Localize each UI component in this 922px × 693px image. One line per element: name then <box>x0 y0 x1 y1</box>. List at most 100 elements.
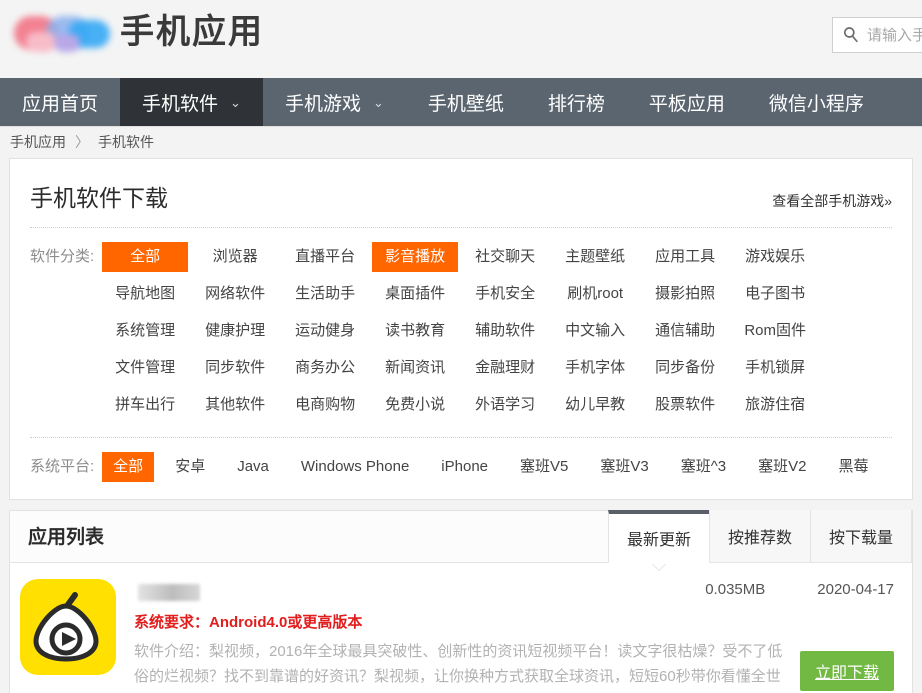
tab-label: 按下载量 <box>829 524 893 548</box>
platform-filter-item-2[interactable]: Java <box>226 452 280 482</box>
search-box[interactable] <box>832 17 922 53</box>
nav-item-label: 手机软件 <box>142 89 218 116</box>
nav-item-mobile-software[interactable]: 手机软件 ⌄ <box>120 78 263 126</box>
search-icon <box>841 25 861 45</box>
category-filter-item-35[interactable]: 免费小说 <box>372 390 458 420</box>
category-filter-item-25[interactable]: 同步软件 <box>192 353 278 383</box>
nav-item-home[interactable]: 应用首页 <box>0 78 120 126</box>
platform-filter-item-9[interactable]: 黑莓 <box>827 452 879 482</box>
nav-item-wallpapers[interactable]: 手机壁纸 <box>406 78 526 126</box>
category-filter-item-32[interactable]: 拼车出行 <box>102 390 188 420</box>
download-button[interactable]: 立即下载 <box>800 651 894 691</box>
page-title: 手机软件下载 <box>30 179 168 213</box>
platform-filter-item-4[interactable]: iPhone <box>430 452 499 482</box>
category-filter-item-19[interactable]: 读书教育 <box>372 316 458 346</box>
category-filter-item-20[interactable]: 辅助软件 <box>462 316 548 346</box>
platform-filter-item-7[interactable]: 塞班^3 <box>670 452 737 482</box>
logo-mark-icon <box>10 6 114 58</box>
app-description: 软件介绍：梨视频，2016年全球最具突破性、创新性的资讯短视频平台！读文字很枯燥… <box>134 639 794 689</box>
app-size: 0.035MB <box>705 581 765 598</box>
tab-by-recommendation[interactable]: 按推荐数 <box>709 510 810 562</box>
category-filter-item-26[interactable]: 商务办公 <box>282 353 368 383</box>
app-list-item[interactable]: 0.035MB 2020-04-17 系统要求：Android4.0或更高版本 … <box>10 563 912 693</box>
view-all-games-link[interactable]: 查看全部手机游戏» <box>772 191 892 211</box>
category-filter-item-7[interactable]: 游戏娱乐 <box>732 242 818 272</box>
nav-item-label: 平板应用 <box>649 89 725 116</box>
search-input[interactable] <box>865 26 922 45</box>
category-filter-item-34[interactable]: 电商购物 <box>282 390 368 420</box>
category-filter-item-12[interactable]: 手机安全 <box>462 279 548 309</box>
category-filter-item-8[interactable]: 导航地图 <box>102 279 188 309</box>
app-list-title: 应用列表 <box>10 522 104 562</box>
nav-item-label: 应用首页 <box>22 89 98 116</box>
site-header: 手机应用 <box>0 0 922 78</box>
category-filter-item-33[interactable]: 其他软件 <box>192 390 278 420</box>
category-filter-item-39[interactable]: 旅游住宿 <box>732 390 818 420</box>
category-filter-item-27[interactable]: 新闻资讯 <box>372 353 458 383</box>
app-system-requirement: 系统要求：Android4.0或更高版本 <box>134 612 894 634</box>
nav-item-mobile-games[interactable]: 手机游戏 ⌄ <box>263 78 406 126</box>
category-filter-item-13[interactable]: 刷机root <box>552 279 638 309</box>
category-filter-item-31[interactable]: 手机锁屏 <box>732 353 818 383</box>
breadcrumb-root-link[interactable]: 手机应用 <box>10 132 66 152</box>
pear-video-glyph <box>20 579 116 675</box>
app-list-head: 应用列表 最新更新 按推荐数 按下载量 <box>10 511 912 563</box>
category-filter-item-4[interactable]: 社交聊天 <box>462 242 548 272</box>
category-filter-item-30[interactable]: 同步备份 <box>642 353 728 383</box>
platform-filter-item-0[interactable]: 全部 <box>102 452 154 482</box>
category-filter-item-2[interactable]: 直播平台 <box>282 242 368 272</box>
filter-panel: 手机软件下载 查看全部手机游戏» 软件分类: 全部浏览器直播平台影音播放社交聊天… <box>9 158 913 500</box>
app-date: 2020-04-17 <box>817 581 894 598</box>
category-filter-item-21[interactable]: 中文输入 <box>552 316 638 346</box>
nav-item-tablet-apps[interactable]: 平板应用 <box>627 78 747 126</box>
category-filter-item-15[interactable]: 电子图书 <box>732 279 818 309</box>
category-filter-item-11[interactable]: 桌面插件 <box>372 279 458 309</box>
category-filter-item-0[interactable]: 全部 <box>102 242 188 272</box>
platform-filter-item-5[interactable]: 塞班V5 <box>509 452 579 482</box>
category-filter-item-29[interactable]: 手机字体 <box>552 353 638 383</box>
nav-item-wechat-miniprograms[interactable]: 微信小程序 <box>747 78 886 126</box>
site-logo[interactable]: 手机应用 <box>10 6 264 58</box>
category-filter-item-10[interactable]: 生活助手 <box>282 279 368 309</box>
category-filter-item-28[interactable]: 金融理财 <box>462 353 548 383</box>
category-filter-item-36[interactable]: 外语学习 <box>462 390 548 420</box>
category-filter-item-3[interactable]: 影音播放 <box>372 242 458 272</box>
page-root: 手机应用 应用首页 手机软件 ⌄ 手机游戏 ⌄ 手机壁纸 排行榜 <box>0 0 922 693</box>
breadcrumb: 手机应用 〉 手机软件 <box>0 126 922 158</box>
tab-label: 按推荐数 <box>728 524 792 548</box>
category-filter-item-14[interactable]: 摄影拍照 <box>642 279 728 309</box>
tab-latest-update[interactable]: 最新更新 <box>608 510 709 563</box>
category-filter-item-18[interactable]: 运动健身 <box>282 316 368 346</box>
platform-filter-item-1[interactable]: 安卓 <box>164 452 216 482</box>
app-name-redacted <box>138 584 200 601</box>
platform-filter-group: 系统平台: 全部安卓 Java Windows Phone iPhone 塞班V5 塞班V… <box>28 438 894 499</box>
nav-item-label: 手机游戏 <box>285 89 361 116</box>
platform-filter-label: 系统平台: <box>30 452 100 489</box>
platform-filter-item-8[interactable]: 塞班V2 <box>747 452 817 482</box>
tab-by-downloads[interactable]: 按下载量 <box>810 510 912 562</box>
nav-item-label: 微信小程序 <box>769 89 864 116</box>
nav-item-rankings[interactable]: 排行榜 <box>526 78 627 126</box>
category-filter-item-6[interactable]: 应用工具 <box>642 242 728 272</box>
category-filter-item-16[interactable]: 系统管理 <box>102 316 188 346</box>
category-filter-item-23[interactable]: Rom固件 <box>732 316 818 346</box>
logo-text: 手机应用 <box>120 6 264 58</box>
pear-video-app-icon[interactable] <box>20 579 116 675</box>
platform-filter-item-6[interactable]: 塞班V3 <box>589 452 659 482</box>
category-filter-item-24[interactable]: 文件管理 <box>102 353 188 383</box>
sort-tabs: 最新更新 按推荐数 按下载量 <box>608 510 912 562</box>
category-filter-item-17[interactable]: 健康护理 <box>192 316 278 346</box>
category-filter-item-38[interactable]: 股票软件 <box>642 390 728 420</box>
category-filter-item-9[interactable]: 网络软件 <box>192 279 278 309</box>
category-filter-item-1[interactable]: 浏览器 <box>192 242 278 272</box>
category-filter-group: 软件分类: 全部浏览器直播平台影音播放社交聊天主题壁纸应用工具游戏娱乐导航地图网… <box>28 228 894 437</box>
category-filter-item-5[interactable]: 主题壁纸 <box>552 242 638 272</box>
platform-filter-item-3[interactable]: Windows Phone <box>290 452 420 482</box>
category-filter-items: 全部浏览器直播平台影音播放社交聊天主题壁纸应用工具游戏娱乐导航地图网络软件生活助… <box>100 242 892 427</box>
tab-label: 最新更新 <box>627 526 691 550</box>
breadcrumb-separator-icon: 〉 <box>75 132 89 152</box>
chevron-down-icon: ⌄ <box>230 96 241 109</box>
category-filter-item-22[interactable]: 通信辅助 <box>642 316 728 346</box>
app-meta: 0.035MB 2020-04-17 <box>705 581 894 598</box>
category-filter-item-37[interactable]: 幼儿早教 <box>552 390 638 420</box>
